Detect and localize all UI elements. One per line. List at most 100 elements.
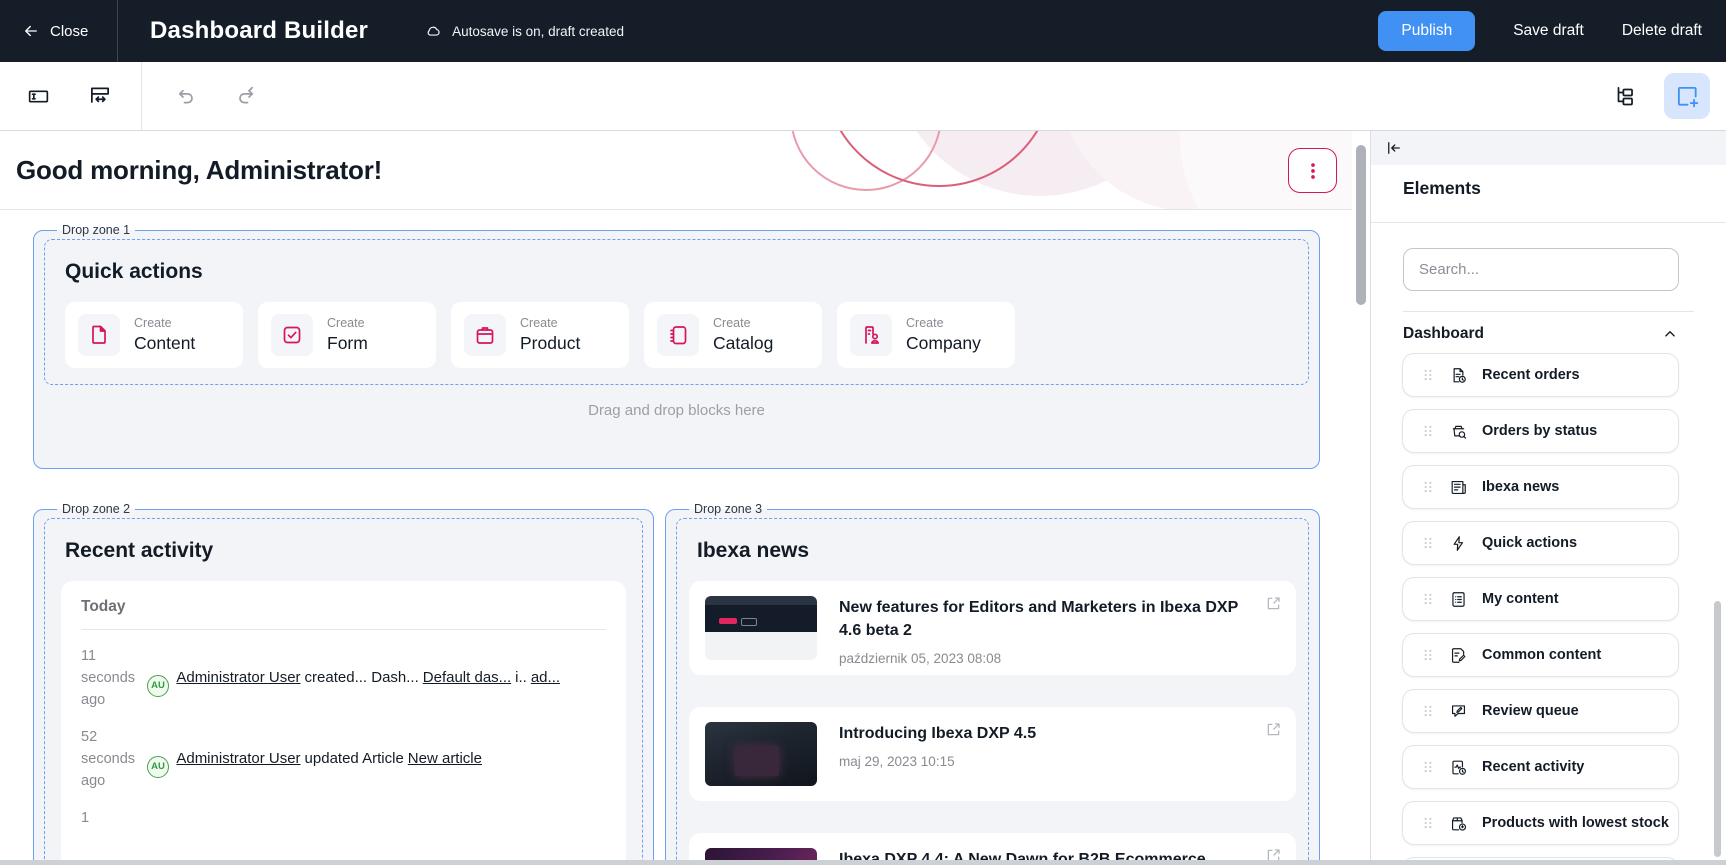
element-item[interactable]: Recent orders bbox=[1402, 353, 1679, 397]
panel-divider bbox=[1403, 311, 1694, 312]
element-item[interactable]: Review queue bbox=[1402, 689, 1679, 733]
drag-handle-icon[interactable] bbox=[1421, 368, 1435, 382]
activity-message: AU Administrator Userupdated ArticleNew … bbox=[147, 726, 606, 792]
quick-action-label: Company bbox=[906, 333, 981, 354]
add-elements-button[interactable] bbox=[1664, 73, 1710, 119]
dashboard-options-button[interactable] bbox=[1288, 148, 1337, 193]
drag-handle-icon[interactable] bbox=[1421, 480, 1435, 494]
element-label: Orders by status bbox=[1482, 423, 1597, 439]
delete-draft-button[interactable]: Delete draft bbox=[1622, 22, 1702, 40]
add-section-icon bbox=[1674, 83, 1700, 109]
activity-link[interactable]: New article bbox=[408, 750, 482, 767]
activity-link[interactable]: Administrator User bbox=[176, 750, 300, 767]
quick-action-card[interactable]: Create Catalog bbox=[644, 302, 822, 368]
canvas-header: Good morning, Administrator! bbox=[0, 131, 1352, 210]
quick-actions-block[interactable]: Quick actions Create Content bbox=[44, 239, 1309, 385]
drag-handle-icon[interactable] bbox=[1421, 648, 1435, 662]
publish-button[interactable]: Publish bbox=[1378, 11, 1475, 51]
qa-content-icon bbox=[78, 314, 120, 356]
element-item[interactable]: Orders by status bbox=[1402, 409, 1679, 453]
distribute-icon bbox=[87, 83, 113, 109]
save-draft-button[interactable]: Save draft bbox=[1513, 22, 1584, 40]
close-button[interactable]: Close bbox=[0, 0, 118, 62]
drag-handle-icon[interactable] bbox=[1421, 816, 1435, 830]
el-ibexa-news-icon bbox=[1449, 478, 1468, 497]
element-item[interactable]: Common content bbox=[1402, 633, 1679, 677]
element-label: Products with lowest stock bbox=[1482, 815, 1669, 831]
element-item[interactable]: Ibexa news bbox=[1402, 465, 1679, 509]
topbar: Close Dashboard Builder Autosave is on, … bbox=[0, 0, 1726, 62]
distribute-blocks-button[interactable] bbox=[87, 83, 113, 109]
block-title: Recent activity bbox=[65, 539, 630, 563]
drag-handle-icon[interactable] bbox=[1421, 424, 1435, 438]
panel-collapse-strip bbox=[1371, 131, 1726, 165]
drop-zone-2[interactable]: Drop zone 2 Recent activity Today 11 sec… bbox=[33, 502, 654, 865]
quick-action-card[interactable]: Create Company bbox=[837, 302, 1015, 368]
drop-zone-3[interactable]: Drop zone 3 Ibexa news New features for … bbox=[665, 502, 1320, 865]
quick-action-prefix: Create bbox=[134, 316, 195, 330]
elements-search-input[interactable] bbox=[1403, 248, 1679, 291]
quick-action-card[interactable]: Create Content bbox=[65, 302, 243, 368]
app-title: Dashboard Builder bbox=[150, 17, 368, 45]
collapse-panel-button[interactable] bbox=[1385, 139, 1403, 157]
element-item[interactable]: Recent activity bbox=[1402, 745, 1679, 789]
close-label: Close bbox=[50, 23, 88, 40]
element-item[interactable]: My content bbox=[1402, 577, 1679, 621]
el-recent-orders-icon bbox=[1449, 366, 1468, 385]
element-label: My content bbox=[1482, 591, 1559, 607]
chevron-up-icon bbox=[1661, 325, 1679, 343]
user-avatar-badge: AU bbox=[147, 675, 169, 697]
structure-view-button[interactable] bbox=[1602, 73, 1648, 119]
open-external-button[interactable] bbox=[1264, 594, 1283, 613]
news-title: New features for Editors and Marketers i… bbox=[839, 596, 1246, 642]
activity-link[interactable]: Default das... bbox=[423, 669, 511, 686]
news-thumbnail bbox=[705, 722, 817, 786]
quick-action-card[interactable]: Create Product bbox=[451, 302, 629, 368]
quick-action-label: Product bbox=[520, 333, 580, 354]
activity-row: 1 bbox=[81, 807, 606, 829]
activity-link[interactable]: ad... bbox=[531, 669, 560, 686]
dashboard-canvas: Good morning, Administrator! Drop zone 1… bbox=[0, 131, 1352, 865]
activity-message: AU Administrator Usercreated... Dash...D… bbox=[147, 645, 606, 711]
panel-scrollbar-thumb[interactable] bbox=[1714, 601, 1721, 857]
redo-button[interactable] bbox=[235, 84, 260, 109]
drag-handle-icon[interactable] bbox=[1421, 704, 1435, 718]
drop-zone-1-label: Drop zone 1 bbox=[57, 223, 135, 237]
element-label: Common content bbox=[1482, 647, 1601, 663]
activity-timestamp: 11 seconds ago bbox=[81, 645, 135, 711]
element-item[interactable]: Quick actions bbox=[1402, 521, 1679, 565]
drag-handle-icon[interactable] bbox=[1421, 592, 1435, 606]
elements-panel: Elements Dashboard Recent orders Orders … bbox=[1370, 131, 1726, 865]
collapse-section-button[interactable] bbox=[1661, 325, 1679, 343]
qa-form-icon bbox=[271, 314, 313, 356]
news-item[interactable]: New features for Editors and Marketers i… bbox=[689, 581, 1296, 675]
element-item[interactable]: Products with lowest stock bbox=[1402, 801, 1679, 845]
news-list: New features for Editors and Marketers i… bbox=[689, 581, 1296, 865]
open-external-button[interactable] bbox=[1264, 720, 1283, 739]
el-my-content-icon bbox=[1449, 590, 1468, 609]
insert-field-button[interactable] bbox=[26, 84, 51, 109]
el-products-lowest-stock-icon bbox=[1449, 814, 1468, 833]
ibexa-news-block[interactable]: Ibexa news New features for Editors and … bbox=[676, 518, 1309, 865]
block-title: Quick actions bbox=[65, 260, 1296, 284]
news-item[interactable]: Introducing Ibexa DXP 4.5 maj 29, 2023 1… bbox=[689, 707, 1296, 801]
drag-handle-icon[interactable] bbox=[1421, 760, 1435, 774]
undo-button[interactable] bbox=[172, 84, 197, 109]
recent-activity-block[interactable]: Recent activity Today 11 seconds ago AU bbox=[44, 518, 643, 865]
dashboard-section-header[interactable]: Dashboard bbox=[1403, 325, 1679, 343]
panel-title: Elements bbox=[1403, 178, 1726, 199]
canvas-scrollbar-thumb[interactable] bbox=[1356, 145, 1366, 305]
element-label: Recent orders bbox=[1482, 367, 1580, 383]
activity-row: 52 seconds ago AU Administrator Userupda… bbox=[81, 726, 606, 792]
redo-icon bbox=[235, 84, 260, 109]
window-bottom-edge bbox=[0, 860, 1726, 865]
drop-zone-1[interactable]: Drop zone 1 Quick actions Create Content bbox=[33, 223, 1320, 469]
quick-action-card[interactable]: Create Form bbox=[258, 302, 436, 368]
quick-action-label: Catalog bbox=[713, 333, 773, 354]
activity-link[interactable]: Administrator User bbox=[176, 669, 300, 686]
external-link-icon bbox=[1264, 720, 1283, 739]
drag-handle-icon[interactable] bbox=[1421, 536, 1435, 550]
news-thumbnail bbox=[705, 596, 817, 660]
builder-toolbar bbox=[0, 62, 1726, 131]
el-quick-actions-icon bbox=[1449, 534, 1468, 553]
